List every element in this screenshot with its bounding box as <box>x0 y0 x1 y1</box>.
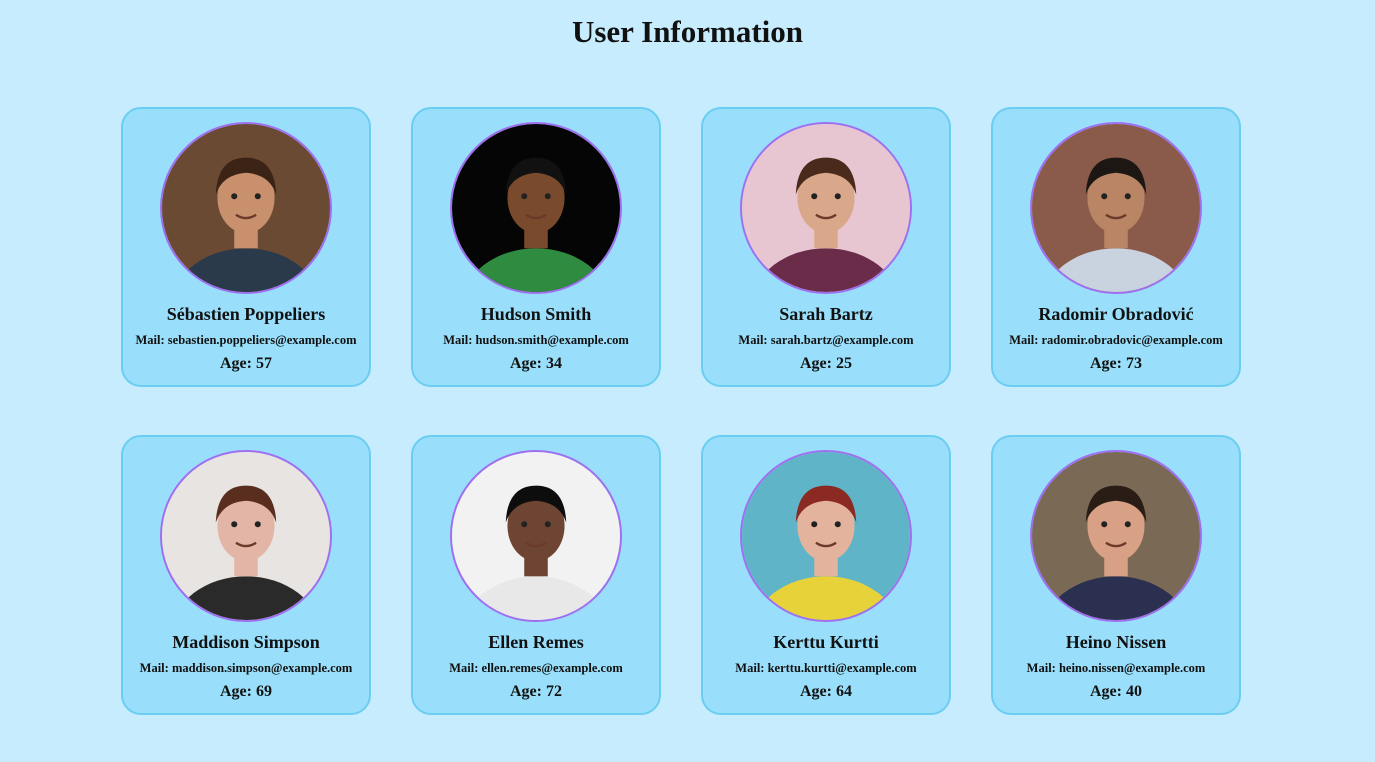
user-mail: Mail: sarah.bartz@example.com <box>738 333 914 347</box>
user-mail: Mail: radomir.obradovic@example.com <box>1009 333 1223 347</box>
user-age: Age: 34 <box>510 355 562 372</box>
user-avatar <box>740 450 912 622</box>
user-mail: Mail: heino.nissen@example.com <box>1026 661 1206 675</box>
user-age: Age: 64 <box>800 683 852 700</box>
user-card-grid: Sébastien Poppeliers Mail: sebastien.pop… <box>121 107 1241 715</box>
user-name: Ellen Remes <box>488 632 584 652</box>
user-name: Hudson Smith <box>480 304 592 324</box>
portrait-image <box>1032 124 1200 292</box>
portrait-image <box>1032 452 1200 620</box>
user-name: Maddison Simpson <box>172 632 320 652</box>
user-mail: Mail: hudson.smith@example.com <box>443 333 629 347</box>
portrait-image <box>162 124 330 292</box>
portrait-image <box>452 452 620 620</box>
user-name: Kerttu Kurtti <box>773 632 879 652</box>
user-name: Heino Nissen <box>1065 632 1167 652</box>
user-mail: Mail: sebastien.poppeliers@example.com <box>135 333 357 347</box>
user-avatar <box>1030 450 1202 622</box>
user-name: Sarah Bartz <box>779 304 873 324</box>
user-avatar <box>450 450 622 622</box>
user-age: Age: 73 <box>1090 355 1142 372</box>
portrait-image <box>162 452 330 620</box>
user-name: Radomir Obradović <box>1038 304 1194 324</box>
user-card: Kerttu Kurtti Mail: kerttu.kurtti@exampl… <box>701 435 951 715</box>
user-card: Sarah Bartz Mail: sarah.bartz@example.co… <box>701 107 951 387</box>
user-mail: Mail: ellen.remes@example.com <box>449 661 623 675</box>
user-card: Heino Nissen Mail: heino.nissen@example.… <box>991 435 1241 715</box>
user-age: Age: 72 <box>510 683 562 700</box>
user-age: Age: 40 <box>1090 683 1142 700</box>
page-title: User Information <box>571 14 804 49</box>
user-name: Sébastien Poppeliers <box>166 304 326 324</box>
user-avatar <box>740 122 912 294</box>
portrait-image <box>452 124 620 292</box>
user-avatar <box>450 122 622 294</box>
user-mail: Mail: maddison.simpson@example.com <box>139 661 353 675</box>
user-card: Ellen Remes Mail: ellen.remes@example.co… <box>411 435 661 715</box>
user-avatar <box>1030 122 1202 294</box>
user-card: Radomir Obradović Mail: radomir.obradovi… <box>991 107 1241 387</box>
user-card: Sébastien Poppeliers Mail: sebastien.pop… <box>121 107 371 387</box>
portrait-image <box>742 452 910 620</box>
user-age: Age: 57 <box>220 355 272 372</box>
portrait-image <box>742 124 910 292</box>
user-age: Age: 69 <box>220 683 272 700</box>
user-age: Age: 25 <box>800 355 852 372</box>
user-avatar <box>160 122 332 294</box>
user-card: Maddison Simpson Mail: maddison.simpson@… <box>121 435 371 715</box>
user-mail: Mail: kerttu.kurtti@example.com <box>735 661 917 675</box>
user-avatar <box>160 450 332 622</box>
user-card: Hudson Smith Mail: hudson.smith@example.… <box>411 107 661 387</box>
